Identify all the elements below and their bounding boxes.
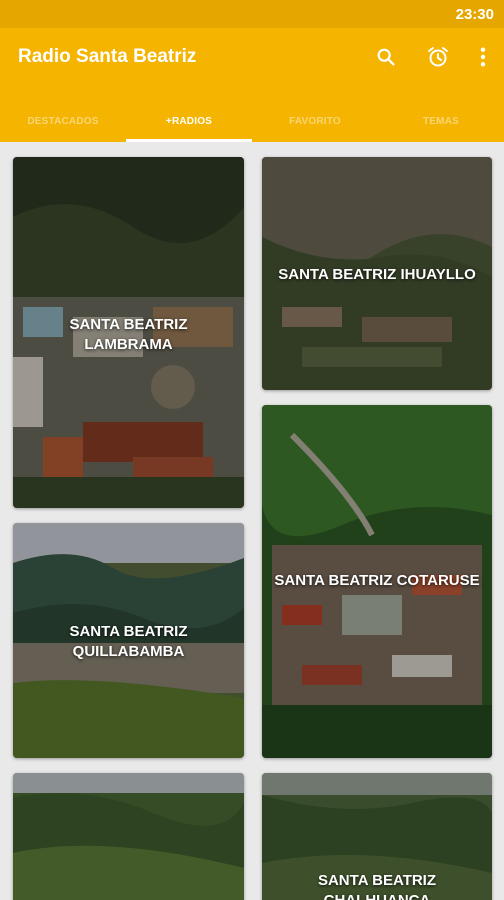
card-title: SANTA BEATRIZ IHUAYLLO (262, 265, 492, 285)
card-title-line2: QUILLABAMBA (72, 643, 185, 660)
tab-favorito[interactable]: FAVORITO (252, 100, 378, 142)
tab-temas[interactable]: TEMAS (378, 100, 504, 142)
radio-card-lambrama[interactable]: SANTA BEATRIZ LAMBRAMA (13, 157, 244, 508)
app-title: Radio Santa Beatriz (18, 46, 197, 67)
card-overlay (13, 773, 244, 900)
tab-bar: DESTACADOS +RADIOS FAVORITO TEMAS (0, 100, 504, 142)
card-title-line1: SANTA BEATRIZ (69, 623, 188, 640)
card-title-line2: CHALHUANCA (270, 891, 484, 900)
radio-grid: SANTA BEATRIZ LAMBRAMA SANTA BEATRIZ IHU… (0, 142, 504, 900)
radio-card-quillabamba[interactable]: SANTA BEATRIZ QUILLABAMBA (13, 523, 244, 758)
card-title: SANTA BEATRIZ COTARUSE (262, 571, 492, 591)
card-title-line2: LAMBRAMA (84, 336, 173, 353)
radio-card-chalhuanca[interactable]: SANTA BEATRIZ CHALHUANCA (262, 773, 492, 900)
card-title: SANTA BEATRIZ QUILLABAMBA (13, 622, 244, 662)
card-title-line1: SANTA BEATRIZ (69, 316, 188, 333)
tab-radios-label: +RADIOS (165, 115, 213, 127)
card-title: SANTA BEATRIZ LAMBRAMA (13, 315, 244, 355)
more-vert-icon[interactable] (470, 44, 496, 70)
card-title: SANTA BEATRIZ CHALHUANCA (262, 871, 492, 900)
status-bar: 23:30 (0, 0, 504, 28)
tab-destacados[interactable]: DESTACADOS (0, 100, 126, 142)
card-title-line1: SANTA BEATRIZ IHUAYLLO (278, 266, 476, 283)
card-title-line1: SANTA BEATRIZ COTARUSE (274, 572, 480, 589)
status-time: 23:30 (455, 6, 494, 23)
alarm-icon[interactable] (425, 44, 451, 70)
app-bar: Radio Santa Beatriz DESTACADOS +RADIOS F… (0, 28, 504, 142)
radio-card-5[interactable] (13, 773, 244, 900)
tab-radios[interactable]: +RADIOS (126, 100, 252, 142)
radio-card-ihuayllo[interactable]: SANTA BEATRIZ IHUAYLLO (262, 157, 492, 390)
search-icon[interactable] (373, 44, 399, 70)
radio-card-cotaruse[interactable]: SANTA BEATRIZ COTARUSE (262, 405, 492, 758)
card-title-line1: SANTA BEATRIZ (317, 872, 437, 889)
